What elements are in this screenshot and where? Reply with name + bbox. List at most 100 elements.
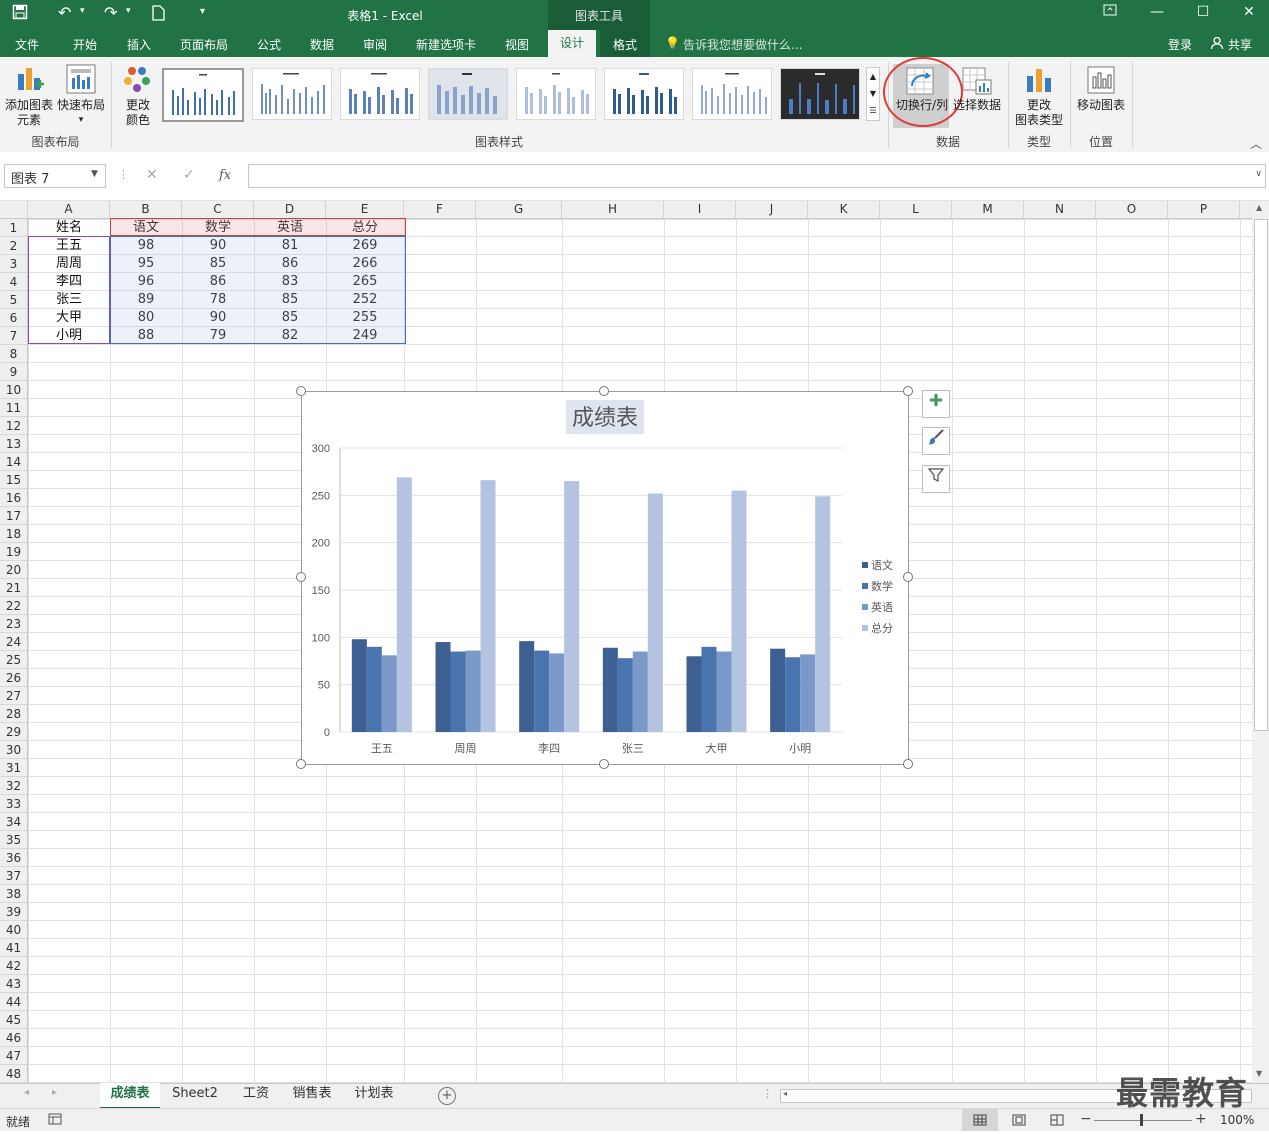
resize-handle-ne[interactable] [903,386,913,396]
zoom-slider[interactable] [1094,1120,1192,1121]
table-header-cell[interactable]: 姓名 [28,219,110,237]
name-box-dropdown-icon[interactable]: ▼ [91,169,98,179]
col-header-c[interactable]: C [182,201,254,218]
bar[interactable] [602,647,618,732]
tab-formulas[interactable]: 公式 [257,36,281,53]
tab-data[interactable]: 数据 [310,36,334,53]
col-header-e[interactable]: E [326,201,404,218]
bar[interactable] [435,642,451,732]
col-header-j[interactable]: J [736,201,808,218]
bar[interactable] [534,650,550,732]
chart-styles-button[interactable] [922,427,950,455]
zoom-slider-thumb[interactable] [1140,1114,1143,1126]
bar[interactable] [815,496,831,732]
chart-title[interactable]: 成绩表 [572,405,638,430]
sheet-tab[interactable]: Sheet2 [164,1083,226,1107]
row-header[interactable]: 24 [0,633,27,651]
row-header[interactable]: 22 [0,597,27,615]
enter-icon[interactable]: ✓ [183,167,195,183]
zoom-level[interactable]: 100% [1220,1113,1254,1127]
chart-style-6[interactable] [604,68,684,120]
sheet-tab[interactable]: 计划表 [346,1083,402,1107]
tab-new[interactable]: 新建选项卡 [416,36,476,53]
tab-format[interactable]: 格式 [613,36,637,53]
row-header[interactable]: 11 [0,399,27,417]
row-header[interactable]: 10 [0,381,27,399]
col-header-i[interactable]: I [664,201,736,218]
tab-view[interactable]: 视图 [505,36,529,53]
row-header[interactable]: 39 [0,903,27,921]
normal-view-button[interactable] [962,1109,998,1131]
row-header[interactable]: 34 [0,813,27,831]
collapse-ribbon-icon[interactable]: ︿ [1250,135,1262,152]
sheet-tab[interactable]: 销售表 [284,1083,340,1107]
bar[interactable] [366,646,382,732]
col-header-a[interactable]: A [28,201,110,218]
row-header[interactable]: 28 [0,705,27,723]
row-header[interactable]: 29 [0,723,27,741]
chart-style-8[interactable] [780,68,860,120]
change-colors-label-1[interactable]: 更改 [116,98,160,113]
quick-layout-icon[interactable] [66,64,96,97]
row-header[interactable]: 3 [0,255,27,273]
row-header[interactable]: 40 [0,921,27,939]
row-header[interactable]: 42 [0,957,27,975]
row-header[interactable]: 16 [0,489,27,507]
row-header[interactable]: 44 [0,993,27,1011]
col-header-n[interactable]: N [1024,201,1096,218]
row-header[interactable]: 19 [0,543,27,561]
row-header[interactable]: 43 [0,975,27,993]
col-header-k[interactable]: K [808,201,880,218]
chart-style-4[interactable] [428,68,508,120]
row-header[interactable]: 9 [0,363,27,381]
add-chart-element-label-2[interactable]: 元素 [4,113,54,128]
select-all-corner[interactable] [0,201,28,218]
row-header[interactable]: 37 [0,867,27,885]
scroll-down-icon[interactable]: ▼ [1256,1069,1262,1078]
insert-function-icon[interactable]: fx [219,168,231,183]
tab-insert[interactable]: 插入 [127,36,151,53]
row-header[interactable]: 38 [0,885,27,903]
redo-dropdown-icon[interactable]: ▾ [126,6,131,16]
bar[interactable] [465,650,481,732]
ribbon-display-icon[interactable] [1095,4,1125,20]
save-icon[interactable] [12,4,28,24]
row-header[interactable]: 15 [0,471,27,489]
row-header[interactable]: 46 [0,1029,27,1047]
row-header[interactable]: 36 [0,849,27,867]
vertical-scroll-thumb[interactable] [1254,219,1268,731]
row-header[interactable]: 35 [0,831,27,849]
quick-layout-label[interactable]: 快速布局 [56,98,106,113]
expand-formula-icon[interactable]: ∨ [1255,169,1262,179]
tab-file[interactable]: 文件 [15,36,39,53]
new-file-icon[interactable] [152,5,165,25]
bar[interactable] [617,658,633,732]
scroll-left-icon[interactable]: ◂ [783,1089,787,1098]
row-header[interactable]: 26 [0,669,27,687]
tell-me-box[interactable]: 告诉我您想要做什么... [683,36,802,53]
change-chart-type-label-1[interactable]: 更改 [1012,98,1066,113]
row-header[interactable]: 31 [0,759,27,777]
select-data-button[interactable]: 选择数据 [950,98,1004,113]
row-header[interactable]: 17 [0,507,27,525]
vertical-scrollbar[interactable]: ▲ ▼ [1252,201,1269,1083]
tab-review[interactable]: 审阅 [363,36,387,53]
name-box[interactable]: 图表 7 ▼ [4,164,106,188]
gallery-scroll[interactable]: ▲ ▼ ☰ [866,67,880,121]
tab-home[interactable]: 开始 [73,36,97,53]
chart-filters-button[interactable] [922,465,950,493]
row-header[interactable]: 48 [0,1065,27,1083]
bar[interactable] [564,481,580,732]
row-header[interactable]: 33 [0,795,27,813]
col-header-p[interactable]: P [1168,201,1240,218]
change-colors-icon[interactable] [122,66,152,97]
sheet-tab-active[interactable]: 成绩表 [100,1083,160,1109]
bar[interactable] [450,651,466,732]
bar[interactable] [632,651,648,732]
bar[interactable] [716,651,732,732]
bar[interactable] [770,648,786,732]
sheet-next-icon[interactable]: ▸ [52,1087,57,1098]
add-sheet-icon[interactable]: + [438,1087,456,1105]
row-header[interactable]: 2 [0,237,27,255]
change-colors-label-2[interactable]: 颜色 [116,113,160,128]
